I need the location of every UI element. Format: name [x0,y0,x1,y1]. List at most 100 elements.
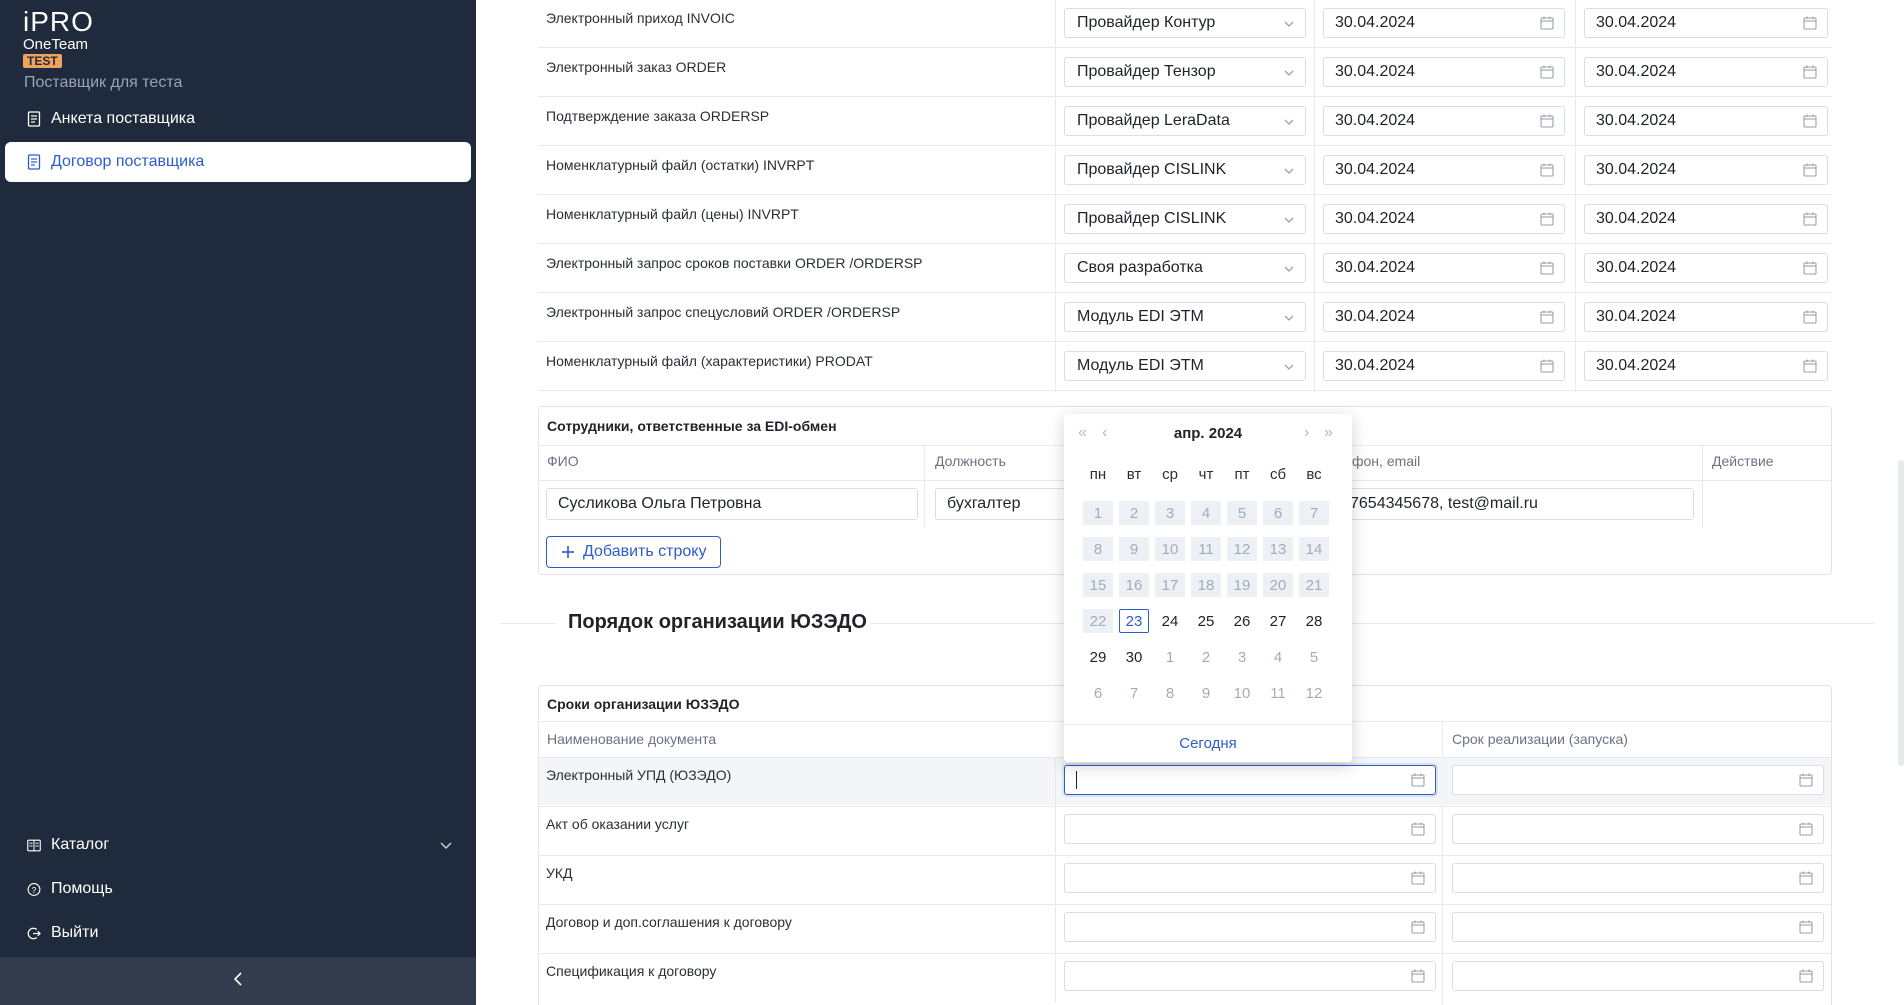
calendar-day[interactable]: 9 [1191,681,1221,705]
calendar-day: 16 [1119,573,1149,597]
date-value: 30.04.2024 [1335,63,1416,80]
calendar-day[interactable]: 23 [1119,609,1149,633]
calendar-day[interactable]: 5 [1299,645,1329,669]
date-picker-popup: « ‹ апр. 2024 › » пн вт ср чт пт сб вс 1234567… [1064,414,1352,762]
date-value: 30.04.2024 [1335,210,1416,227]
provider-select[interactable]: Своя разработка [1064,253,1306,283]
today-button[interactable]: Сегодня [1064,724,1352,762]
calendar-day[interactable]: 7 [1119,681,1149,705]
chevron-down-icon [1283,115,1295,133]
date-from-input[interactable]: 30.04.2024 [1323,302,1565,332]
date-to-input[interactable]: 30.04.2024 [1584,106,1828,136]
sidebar-item-catalog[interactable]: Каталог [5,825,471,865]
calendar-day[interactable]: 1 [1155,645,1185,669]
calendar-day: 22 [1083,609,1113,633]
calendar-day[interactable]: 29 [1083,645,1113,669]
col-document-name: Наименование документа [547,731,717,747]
section-title-uzedo: Порядок организации ЮЗЭДО [568,611,867,633]
weekday-label: вс [1306,466,1322,483]
date-to-input[interactable]: 30.04.2024 [1584,351,1828,381]
date-from-input[interactable]: 30.04.2024 [1323,57,1565,87]
uzedo-date-input[interactable] [1064,912,1436,942]
calendar-day: 13 [1263,537,1293,561]
provider-select[interactable]: Модуль EDI ЭТМ [1064,351,1306,381]
calendar-day[interactable]: 30 [1119,645,1149,669]
date-to-input[interactable]: 30.04.2024 [1584,155,1828,185]
sidebar-item-logout[interactable]: Выйти [5,913,471,953]
calendar-icon [1803,212,1817,231]
date-from-input[interactable]: 30.04.2024 [1323,155,1565,185]
calendar-day: 19 [1227,573,1257,597]
provider-value: Провайдер Контур [1077,14,1216,31]
document-icon [27,154,41,170]
uzedo-date-input[interactable] [1064,765,1436,795]
calendar-day: 7 [1299,501,1329,525]
provider-select[interactable]: Провайдер Контур [1064,8,1306,38]
provider-value: Своя разработка [1077,259,1203,276]
catalog-icon [27,837,41,853]
calendar-day[interactable]: 24 [1155,609,1185,633]
uzedo-term-input[interactable] [1452,863,1824,893]
sidebar-item-supplier-contract[interactable]: Договор поставщика [5,142,471,182]
calendar-day[interactable]: 12 [1299,681,1329,705]
calendar-day[interactable]: 2 [1191,645,1221,669]
uzedo-term-input[interactable] [1452,912,1824,942]
employee-contacts-input[interactable]: 7654345678, test@mail.ru [1338,488,1694,520]
calendar-day[interactable]: 10 [1227,681,1257,705]
uzedo-term-input[interactable] [1452,814,1824,844]
sidebar-item-supplier-form[interactable]: Анкета поставщика [5,99,471,139]
calendar-day[interactable]: 28 [1299,609,1329,633]
date-value: 30.04.2024 [1596,14,1677,31]
date-from-input[interactable]: 30.04.2024 [1323,8,1565,38]
calendar-day[interactable]: 25 [1191,609,1221,633]
calendar-month[interactable]: апр. [1174,425,1205,442]
date-from-input[interactable]: 30.04.2024 [1323,351,1565,381]
sidebar-item-help[interactable]: ? Помощь [5,869,471,909]
calendar-day[interactable]: 8 [1155,681,1185,705]
date-to-input[interactable]: 30.04.2024 [1584,253,1828,283]
uzedo-date-input[interactable] [1064,814,1436,844]
date-to-input[interactable]: 30.04.2024 [1584,8,1828,38]
col-position: Должность [935,453,1006,469]
date-to-input[interactable]: 30.04.2024 [1584,57,1828,87]
employee-position-input[interactable]: бухгалтер [935,488,1065,520]
edi-row-label: Номенклатурный файл (характеристики) PRO… [546,353,873,369]
employee-name-input[interactable]: Сусликова Ольга Петровна [546,488,918,520]
provider-select[interactable]: Провайдер CISLINK [1064,155,1306,185]
calendar-day[interactable]: 26 [1227,609,1257,633]
date-from-input[interactable]: 30.04.2024 [1323,253,1565,283]
calendar-year[interactable]: 2024 [1209,425,1242,442]
next-year-button[interactable]: » [1324,424,1333,442]
uzedo-term-input[interactable] [1452,961,1824,991]
uzedo-row-label: Спецификация к договору [546,963,717,979]
calendar-icon [1803,359,1817,378]
scrollbar[interactable] [1898,460,1904,766]
next-month-button[interactable]: › [1304,424,1309,442]
date-to-input[interactable]: 30.04.2024 [1584,302,1828,332]
calendar-day[interactable]: 6 [1083,681,1113,705]
calendar-day: 14 [1299,537,1329,561]
add-row-button[interactable]: Добавить строку [546,536,722,568]
date-from-input[interactable]: 30.04.2024 [1323,204,1565,234]
date-to-input[interactable]: 30.04.2024 [1584,204,1828,234]
date-from-input[interactable]: 30.04.2024 [1323,106,1565,136]
calendar-icon [1799,871,1813,890]
calendar-day[interactable]: 3 [1227,645,1257,669]
provider-select[interactable]: Провайдер LeraData [1064,106,1306,136]
date-value: 30.04.2024 [1335,112,1416,129]
calendar-day[interactable]: 27 [1263,609,1293,633]
calendar-day[interactable]: 11 [1263,681,1293,705]
uzedo-date-input[interactable] [1064,961,1436,991]
provider-select[interactable]: Модуль EDI ЭТМ [1064,302,1306,332]
calendar-day: 6 [1263,501,1293,525]
provider-select[interactable]: Провайдер CISLINK [1064,204,1306,234]
collapse-sidebar-button[interactable] [0,957,476,1005]
sidebar-item-label: Помощь [51,880,113,897]
uzedo-term-input[interactable] [1452,765,1824,795]
logo[interactable]: iPRO OneTeam TEST [23,8,94,69]
uzedo-date-input[interactable] [1064,863,1436,893]
calendar-day[interactable]: 4 [1263,645,1293,669]
calendar-icon [1803,16,1817,35]
provider-select[interactable]: Провайдер Тензор [1064,57,1306,87]
calendar-icon [1540,114,1554,133]
